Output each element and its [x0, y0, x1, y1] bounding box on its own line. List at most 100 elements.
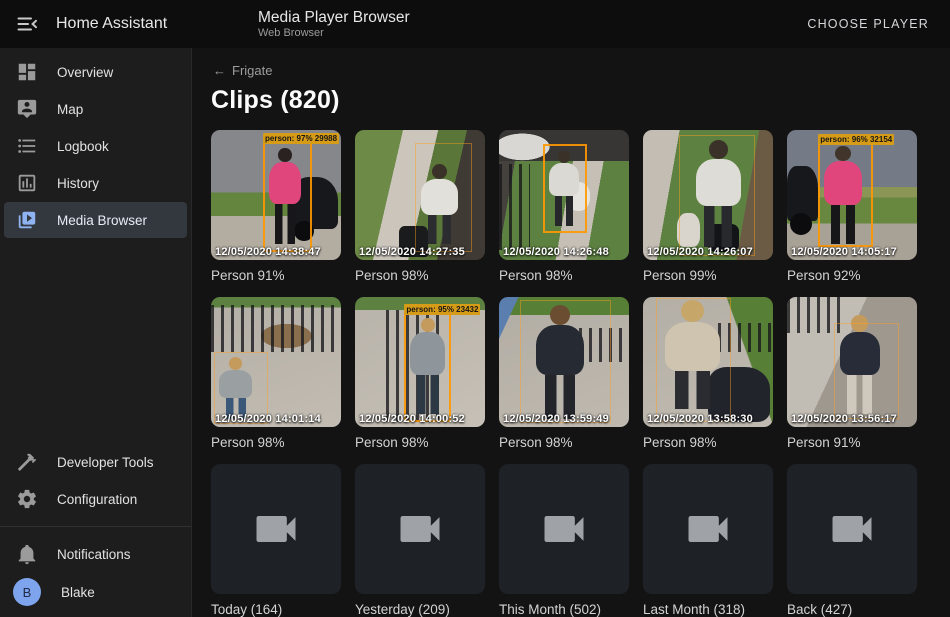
hammer-icon: [16, 451, 38, 473]
clip-card[interactable]: 12/05/2020 14:01:14 Person 98%: [211, 297, 341, 451]
detection-label: person: 95% 23432: [404, 304, 480, 315]
folder-label: Yesterday (209): [355, 602, 485, 617]
detection-bounding-box: person: 96% 32154: [818, 143, 873, 247]
sidebar-item-developer-tools[interactable]: Developer Tools: [4, 444, 187, 480]
sidebar-item-history[interactable]: History: [4, 165, 187, 201]
history-icon: [16, 172, 38, 194]
folder-card-last-month-318-[interactable]: Last Month (318): [643, 464, 773, 617]
sidebar-nav: Overview Map Logbook History Media Browser: [0, 53, 191, 239]
clip-label: Person 98%: [355, 435, 485, 451]
folder-card-back-427-[interactable]: Back (427): [787, 464, 917, 617]
clip-thumbnail: person: 96% 3215412/05/2020 14:05:17: [787, 130, 917, 260]
sidebar-item-label: Map: [57, 102, 83, 117]
clip-card[interactable]: 12/05/2020 14:26:07 Person 99%: [643, 130, 773, 284]
breadcrumb-label: Frigate: [232, 63, 272, 78]
detection-bounding-box: [543, 144, 587, 232]
folder-thumbnail: [211, 464, 341, 594]
clip-label: Person 98%: [499, 268, 629, 284]
folder-card-yesterday-209-[interactable]: Yesterday (209): [355, 464, 485, 617]
sidebar-item-label: Configuration: [57, 492, 137, 507]
breadcrumb[interactable]: ← Frigate: [213, 63, 950, 78]
clip-label: Person 98%: [355, 268, 485, 284]
clip-label: Person 98%: [211, 435, 341, 451]
sidebar-item-configuration[interactable]: Configuration: [4, 481, 187, 517]
map-icon: [16, 98, 38, 120]
top-app-bar: Home Assistant Media Player Browser Web …: [0, 0, 950, 48]
video-camera-icon: [682, 503, 734, 555]
media-browser-icon: [16, 209, 38, 231]
folder-thumbnail: [499, 464, 629, 594]
clip-label: Person 99%: [643, 268, 773, 284]
sidebar-item-label: Overview: [57, 65, 113, 80]
clip-thumbnail: person: 95% 2343212/05/2020 14:00:52: [355, 297, 485, 427]
sidebar-item-label: Media Browser: [57, 213, 147, 228]
folder-thumbnail: [355, 464, 485, 594]
clips-grid: person: 97% 2998812/05/2020 14:38:47Pers…: [211, 130, 950, 617]
video-camera-icon: [394, 503, 446, 555]
sidebar-item-notifications[interactable]: Notifications: [4, 536, 187, 572]
video-camera-icon: [826, 503, 878, 555]
object-graphic: [790, 213, 812, 235]
clip-timestamp: 12/05/2020 14:26:07: [647, 246, 753, 258]
sidebar-divider: [0, 526, 191, 527]
video-camera-icon: [538, 503, 590, 555]
sidebar-item-map[interactable]: Map: [4, 91, 187, 127]
clip-thumbnail: 12/05/2020 14:27:35: [355, 130, 485, 260]
clip-label: Person 91%: [211, 268, 341, 284]
clip-card[interactable]: person: 96% 3215412/05/2020 14:05:17Pers…: [787, 130, 917, 284]
avatar: B: [13, 578, 41, 606]
detection-label: person: 97% 29988: [263, 133, 339, 144]
clip-thumbnail: 12/05/2020 13:58:30: [643, 297, 773, 427]
clip-timestamp: 12/05/2020 13:56:17: [791, 413, 897, 425]
clip-card[interactable]: 12/05/2020 14:27:35 Person 98%: [355, 130, 485, 284]
clip-label: Person 91%: [787, 435, 917, 451]
sidebar-item-label: Logbook: [57, 139, 109, 154]
sidebar-item-label: Notifications: [57, 547, 131, 562]
folder-thumbnail: [787, 464, 917, 594]
clip-card[interactable]: person: 95% 2343212/05/2020 14:00:52Pers…: [355, 297, 485, 451]
detection-bounding-box: person: 95% 23432: [404, 313, 451, 422]
clip-label: Person 98%: [499, 435, 629, 451]
clip-card[interactable]: person: 97% 2998812/05/2020 14:38:47Pers…: [211, 130, 341, 284]
bell-icon: [16, 543, 38, 565]
folder-thumbnail: [643, 464, 773, 594]
detection-bounding-box: [656, 298, 731, 422]
folder-card-this-month-502-[interactable]: This Month (502): [499, 464, 629, 617]
page-header-subtitle: Web Browser: [258, 27, 801, 40]
clip-thumbnail: 12/05/2020 14:01:14: [211, 297, 341, 427]
choose-player-button[interactable]: CHOOSE PLAYER: [801, 16, 935, 32]
folder-label: Back (427): [787, 602, 917, 617]
fence-graphic: [499, 164, 530, 250]
sidebar: Overview Map Logbook History Media Browser D…: [0, 48, 192, 617]
folder-label: Last Month (318): [643, 602, 773, 617]
clip-card[interactable]: 12/05/2020 14:26:48 Person 98%: [499, 130, 629, 284]
clip-thumbnail: person: 97% 2998812/05/2020 14:38:47: [211, 130, 341, 260]
sidebar-item-media-browser[interactable]: Media Browser: [4, 202, 187, 238]
clip-timestamp: 12/05/2020 14:00:52: [359, 413, 465, 425]
folder-card-today-164-[interactable]: Today (164): [211, 464, 341, 617]
detection-bounding-box: [415, 143, 472, 252]
sidebar-toggle-icon[interactable]: [15, 12, 39, 36]
clip-thumbnail: 12/05/2020 14:26:48: [499, 130, 629, 260]
app-title: Home Assistant: [56, 15, 167, 33]
sidebar-item-user[interactable]: B Blake: [4, 574, 187, 610]
sidebar-item-logbook[interactable]: Logbook: [4, 128, 187, 164]
sidebar-header: Home Assistant: [0, 0, 192, 48]
folder-label: Today (164): [211, 602, 341, 617]
clip-timestamp: 12/05/2020 14:38:47: [215, 246, 321, 258]
detection-bounding-box: [520, 300, 611, 424]
logbook-icon: [16, 135, 38, 157]
back-arrow-icon: ←: [213, 63, 226, 78]
detection-bounding-box: [679, 135, 754, 256]
clip-timestamp: 12/05/2020 14:01:14: [215, 413, 321, 425]
sidebar-item-label: Developer Tools: [57, 455, 154, 470]
clip-card[interactable]: 12/05/2020 13:58:30 Person 98%: [643, 297, 773, 451]
detection-bounding-box: [834, 323, 899, 419]
clip-card[interactable]: 12/05/2020 13:59:49Person 98%: [499, 297, 629, 451]
clip-timestamp: 12/05/2020 14:27:35: [359, 246, 465, 258]
clip-label: Person 98%: [643, 435, 773, 451]
detection-bounding-box: person: 97% 29988: [263, 142, 312, 253]
sidebar-item-overview[interactable]: Overview: [4, 54, 187, 90]
sidebar-secondary: Developer Tools Configuration: [0, 443, 191, 518]
clip-card[interactable]: 12/05/2020 13:56:17 Person 91%: [787, 297, 917, 451]
